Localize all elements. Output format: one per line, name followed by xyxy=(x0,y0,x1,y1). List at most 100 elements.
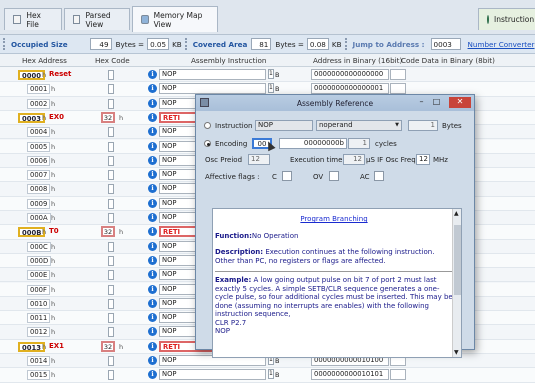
hex-suffix: h xyxy=(51,199,56,208)
instruction-value: NOP xyxy=(258,121,273,129)
hex-code-box[interactable] xyxy=(108,141,114,152)
column-header: Address in Binary (16bit) xyxy=(313,56,403,65)
table-row[interactable]: 0015 h i NOP 1 B 0000000000010101 xyxy=(0,368,535,383)
hex-address: 0012 xyxy=(27,327,51,338)
info-icon[interactable]: i xyxy=(148,170,157,180)
hex-suffix: h xyxy=(51,371,56,380)
vector-label: EX1 xyxy=(49,341,65,350)
info-icon[interactable]: i xyxy=(148,213,157,222)
info-icon[interactable]: i xyxy=(148,70,157,79)
table-row[interactable]: 0000 h Reset i NOP 1 B 0000000000000000 xyxy=(0,68,535,83)
hex-address: 000F xyxy=(27,284,50,295)
hex-code-box[interactable] xyxy=(108,270,114,281)
info-icon[interactable]: i xyxy=(148,227,157,237)
operand-select[interactable]: noperand ▼ xyxy=(316,120,402,131)
example-code-line: NOP xyxy=(215,327,230,335)
hex-code-box[interactable] xyxy=(108,127,114,138)
example-line: Example: A low going output pulse on bit… xyxy=(215,276,453,319)
divider xyxy=(215,271,453,272)
instruction-select[interactable]: NOP xyxy=(255,120,313,131)
info-icon[interactable]: i xyxy=(148,112,157,122)
info-icon[interactable]: i xyxy=(148,184,157,194)
info-icon[interactable]: i xyxy=(148,298,157,308)
chevron-down-icon[interactable]: ▼ xyxy=(454,349,459,356)
info-icon[interactable]: i xyxy=(148,198,157,208)
hex-code-box[interactable] xyxy=(108,370,114,381)
info-icon[interactable]: i xyxy=(148,341,157,351)
hex-code-box[interactable] xyxy=(108,155,114,166)
reference-text-panel[interactable]: Program Branching Function:No Operation … xyxy=(212,208,462,358)
tab-parsed-view[interactable]: Parsed View xyxy=(64,8,130,30)
hex-address: 000A xyxy=(27,213,51,223)
hex-suffix: h xyxy=(51,142,56,151)
hex-code-box[interactable] xyxy=(108,327,114,338)
info-icon[interactable]: i xyxy=(148,255,157,265)
hex-code-box[interactable] xyxy=(108,313,114,324)
assembly-reference-dialog: Assembly Reference – □ ✕ Instruction NOP… xyxy=(195,94,475,358)
assembly-instruction[interactable]: NOP xyxy=(159,69,266,80)
binary-data xyxy=(390,69,406,80)
hex-address: 0000 xyxy=(18,70,45,80)
hex-code-box[interactable] xyxy=(108,298,114,309)
tab-memory-map-view[interactable]: Memory Map View xyxy=(132,6,218,32)
close-icon[interactable]: ✕ xyxy=(449,97,471,108)
jump-address-select[interactable]: 0003 ▼ xyxy=(430,38,461,60)
hex-address: 0011 xyxy=(27,313,51,324)
hex-code-box[interactable] xyxy=(108,170,114,181)
hex-code-box[interactable] xyxy=(108,98,114,109)
bytes-label: Bytes = xyxy=(275,39,304,49)
info-icon[interactable]: i xyxy=(148,98,157,108)
info-icon[interactable]: i xyxy=(148,313,157,323)
byte-count: 1 xyxy=(268,69,274,79)
number-converter-link[interactable]: Number Converter xyxy=(468,40,535,49)
info-icon[interactable]: i xyxy=(148,127,157,137)
hex-code-box[interactable] xyxy=(108,284,114,295)
toolbar-grip[interactable] xyxy=(3,38,7,50)
info-icon[interactable]: i xyxy=(148,370,157,380)
hex-address: 0013 xyxy=(18,341,45,352)
chevron-up-icon[interactable]: ▲ xyxy=(454,210,459,217)
tab-hex-file[interactable]: Hex File xyxy=(4,8,62,30)
encoding-radio[interactable] xyxy=(204,140,211,147)
osc-frequency-field[interactable]: 12 xyxy=(416,154,430,165)
hex-address: 000C xyxy=(27,241,51,252)
flag-ov-label: OV xyxy=(313,173,324,181)
hex-code-box[interactable] xyxy=(108,255,114,266)
info-icon[interactable]: i xyxy=(148,141,157,151)
hex-code-box[interactable] xyxy=(108,70,114,80)
function-label: Function: xyxy=(215,231,252,240)
assembly-instruction[interactable]: NOP xyxy=(159,83,266,95)
binary-address: 0000000000000000 xyxy=(311,69,389,80)
hex-code-box[interactable] xyxy=(108,356,114,366)
info-icon[interactable]: i xyxy=(148,241,157,251)
scrollbar[interactable]: ▲ ▼ xyxy=(452,209,461,357)
hex-address: 0015 xyxy=(27,370,51,381)
occupied-size-label: Occupied Size xyxy=(11,39,68,49)
tab-instruction-set[interactable]: Instruction se xyxy=(478,8,535,30)
assembly-instruction[interactable]: NOP xyxy=(159,369,266,381)
instruction-radio[interactable] xyxy=(204,122,211,129)
bytes-field: 1 xyxy=(408,120,438,131)
minimize-icon[interactable]: – xyxy=(415,97,428,108)
hex-suffix: h xyxy=(42,342,47,351)
hex-code-box[interactable] xyxy=(108,184,114,195)
info-icon[interactable]: i xyxy=(148,84,157,94)
hex-suffix: h xyxy=(51,328,56,337)
info-icon[interactable]: i xyxy=(148,356,157,365)
hex-code-box[interactable] xyxy=(108,198,114,209)
hex-address: 000D xyxy=(27,255,52,266)
maximize-icon[interactable]: □ xyxy=(430,97,443,108)
info-icon[interactable]: i xyxy=(148,327,157,337)
byte-suffix: B xyxy=(275,85,280,94)
hex-address: 000E xyxy=(27,270,51,281)
function-line: Function:No Operation xyxy=(215,232,453,241)
hex-code-box[interactable] xyxy=(108,241,114,252)
dialog-titlebar[interactable]: Assembly Reference – □ ✕ xyxy=(196,95,474,111)
info-icon[interactable]: i xyxy=(148,270,157,280)
hex-code-box[interactable] xyxy=(108,84,114,95)
encoding-binary-field[interactable]: 00000000b xyxy=(279,138,347,149)
info-icon[interactable]: i xyxy=(148,284,157,294)
scrollbar-thumb[interactable] xyxy=(454,225,461,295)
info-icon[interactable]: i xyxy=(148,155,157,165)
hex-code-box[interactable] xyxy=(108,213,114,223)
